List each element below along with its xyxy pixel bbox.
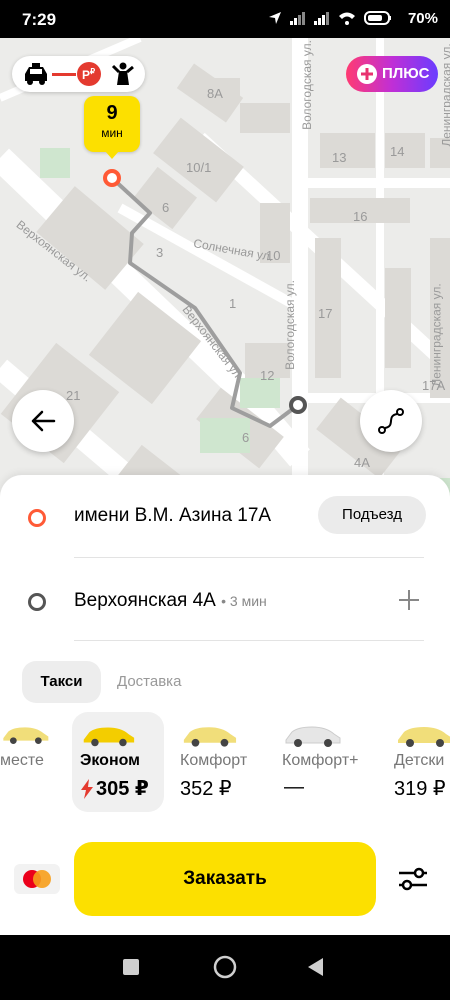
building-number: 4А (354, 455, 370, 470)
divider (74, 640, 424, 641)
tariff-name: Эконом (80, 752, 141, 769)
back-button[interactable] (12, 390, 74, 452)
eta-value: 9 (106, 102, 118, 124)
destination-eta: • 3 мин (221, 593, 267, 609)
eta-unit: мин (101, 126, 123, 140)
status-icons (268, 11, 392, 25)
building-number: 17 (318, 306, 333, 321)
tariff-name: Комфорт (180, 752, 248, 769)
map[interactable]: Верхоянская ул. Солнечная ул. Верхоянска… (0, 38, 450, 538)
tariff-tile[interactable]: месте (0, 712, 50, 812)
building-number: 13 (332, 150, 347, 165)
recent-apps-icon[interactable] (123, 959, 139, 975)
building-number: 16 (353, 209, 368, 224)
passenger-wave-icon (111, 62, 134, 85)
building-number: 10 (266, 248, 281, 263)
tariff-price: 352 ₽ (180, 778, 232, 800)
street-label: Вологодская ул. (282, 280, 297, 370)
tariff-tile[interactable]: Комфорт 352 ₽ (180, 712, 270, 812)
building-number: 21 (66, 388, 81, 403)
building-number: 6 (162, 200, 170, 215)
origin-pin-icon (28, 509, 46, 527)
building-number: 17А (422, 378, 446, 393)
tariff-price: — (284, 776, 304, 798)
settings-sliders-icon[interactable] (397, 865, 429, 893)
street-label: Вологодская ул. (299, 40, 314, 130)
wifi-icon (339, 12, 355, 25)
mastercard-icon (23, 870, 51, 888)
building-number: 8А (207, 86, 223, 101)
tariff-price: 305 ₽ (96, 778, 149, 800)
parking-paid-icon: P ₽ (77, 62, 101, 86)
plus-icon (357, 64, 377, 84)
svg-text:P: P (82, 68, 90, 82)
origin-address: имени В.М. Азина 17А (74, 505, 272, 526)
arrow-left-icon (31, 410, 56, 432)
building-number: 12 (260, 368, 275, 383)
order-button[interactable]: Заказать (74, 842, 376, 916)
entrance-button[interactable]: Подъезд (318, 496, 426, 534)
status-bar: 7:29 70% (0, 0, 450, 38)
battery-percent: 70% (407, 10, 438, 27)
location-icon (269, 12, 281, 24)
plus-label: ПЛЮС (382, 65, 430, 82)
tariff-tile[interactable]: Детски 319 ₽ (392, 712, 450, 812)
map-canvas (0, 38, 450, 538)
building-number: 10/1 (186, 160, 212, 175)
tab-delivery[interactable]: Доставка (117, 661, 181, 703)
building-number: 14 (390, 144, 405, 159)
trip-mode-pill[interactable]: P ₽ (12, 56, 145, 92)
signal-icon-2 (314, 12, 329, 25)
street-label: Ленинградская ул. (429, 283, 444, 387)
system-nav-bar (0, 935, 450, 1000)
plus-button[interactable]: ПЛЮС (346, 56, 438, 92)
eta-badge: 9 мин (84, 96, 140, 152)
tariff-tile-selected[interactable]: Эконом 305 ₽ (72, 712, 164, 812)
taxi-car-icon (25, 63, 47, 85)
home-icon[interactable] (213, 955, 237, 979)
car-icon (183, 727, 237, 747)
divider (74, 557, 424, 558)
car-icon (285, 726, 341, 747)
tariff-name: месте (0, 752, 44, 769)
tab-taxi[interactable]: Такси (22, 661, 101, 703)
route-overview-button[interactable] (360, 390, 422, 452)
eta-pointer (105, 151, 119, 159)
battery-icon (364, 11, 391, 25)
car-icon (3, 727, 49, 744)
tariff-name: Детски (394, 752, 445, 769)
payment-method-button[interactable] (14, 864, 60, 894)
svg-text:₽: ₽ (90, 67, 95, 76)
connector-line (52, 73, 76, 76)
destination-pin-icon (28, 593, 46, 611)
destination-name: Верхоянская 4А (74, 590, 216, 611)
street-label: Ленинградская ул. (439, 43, 450, 147)
building-number: 6 (242, 430, 250, 445)
building-number: 1 (229, 296, 237, 311)
car-icon (83, 727, 135, 747)
add-stop-icon[interactable] (397, 588, 421, 612)
tariff-price: 319 ₽ (394, 778, 446, 800)
status-time: 7:29 (22, 10, 57, 29)
route-icon (378, 408, 404, 434)
car-icon (398, 727, 450, 747)
signal-icon (290, 12, 305, 25)
tariff-name: Комфорт+ (282, 752, 359, 769)
lightning-icon (81, 779, 93, 799)
building-number: 3 (156, 245, 164, 260)
destination-address: Верхоянская 4А • 3 мин (74, 590, 267, 612)
back-nav-icon[interactable] (308, 958, 324, 976)
tariff-tile[interactable]: Комфорт+ — (282, 712, 377, 812)
